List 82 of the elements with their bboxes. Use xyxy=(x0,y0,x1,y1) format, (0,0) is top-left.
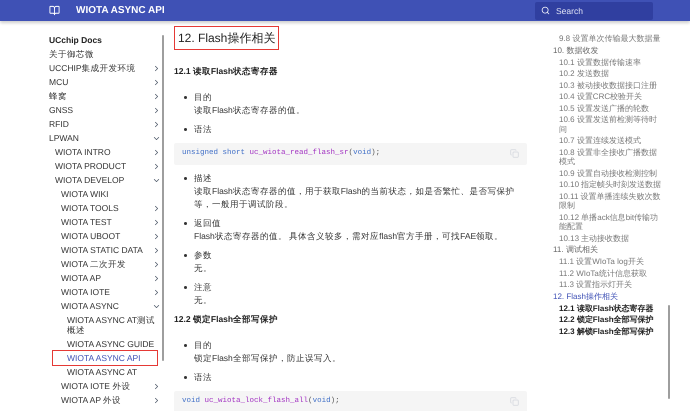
bullet-text: 锁定Flash全部写保护，防止误写入。 xyxy=(194,352,341,364)
copy-icon[interactable] xyxy=(510,149,519,158)
toc-link[interactable]: 10.5 设置发送广播的轮数 xyxy=(553,102,664,114)
bullet-icon xyxy=(184,176,187,180)
nav-link[interactable]: WIOTA TEST xyxy=(61,215,112,229)
article-title: 12. Flash操作相关 xyxy=(174,26,280,50)
bullet-text: 无。 xyxy=(194,294,212,307)
toc-link[interactable]: 10.8 设置非全接收广播数据模式 xyxy=(553,146,664,168)
bullet-term: 目的 xyxy=(194,90,213,104)
bullet-term: 语法 xyxy=(194,122,212,136)
nav-link[interactable]: WIOTA ASYNC xyxy=(61,299,119,313)
bullet-icon xyxy=(184,286,187,289)
toc-link[interactable]: 10.2 发送数据 xyxy=(553,68,664,80)
bullet-text: 读取Flash状态寄存器的值。 xyxy=(194,104,305,117)
page-title: WIOTA ASYNC API xyxy=(76,4,165,18)
toc-link[interactable]: 12.2 锁定Flash全部写保护 xyxy=(553,314,664,326)
nav-link[interactable]: WIOTA WIKI xyxy=(61,187,109,201)
nav-link[interactable]: WIOTA INTRO xyxy=(55,145,111,159)
toc-link[interactable]: 11.2 WIoTa统计信息获取 xyxy=(553,268,664,279)
toc-link[interactable]: 9.8 设置单次传输最大数据量 xyxy=(553,33,664,44)
nav-link[interactable]: WIOTA TOOLS xyxy=(61,201,119,215)
toc-link[interactable]: 11.1 设置WIoTa log开关 xyxy=(553,256,664,268)
bullet-text: 无。 xyxy=(194,262,212,275)
bullet-term: 注意 xyxy=(194,280,212,294)
toc-link[interactable]: 12. Flash操作相关 xyxy=(553,290,664,302)
search-icon xyxy=(541,6,550,15)
bullet-icon xyxy=(184,96,187,99)
toc-link[interactable]: 11. 调试相关 xyxy=(553,244,664,256)
nav-link[interactable]: 蜂窝 xyxy=(49,89,67,103)
nav-link[interactable]: WIOTA STATIC DATA xyxy=(61,243,143,257)
nav-link[interactable]: WIOTA ASYNC AT xyxy=(67,365,138,379)
bullet-term: 语法 xyxy=(194,370,212,384)
bullet-text: Flash状态寄存器的值。 具体含义较多，需对应flash官方手册，可找FAE领取。 xyxy=(194,230,504,243)
search-field[interactable]: Search xyxy=(535,2,653,20)
nav-link[interactable]: WIOTA AP 外设 xyxy=(61,393,122,407)
nav-link[interactable]: WIOTA ASYNC API xyxy=(53,351,157,365)
bullet-icon xyxy=(184,344,187,346)
bullet-term: 描述 xyxy=(194,172,213,185)
bullet-term: 返回值 xyxy=(194,216,222,230)
toc-link[interactable]: 10.4 设置CRC校验开关 xyxy=(553,91,664,102)
toc-link[interactable]: 10.13 主动接收数据 xyxy=(553,232,664,244)
toc-link[interactable]: 10.9 设置自动接收检测控制 xyxy=(553,168,664,179)
toc-link[interactable]: 12.1 读取Flash状态寄存器 xyxy=(553,302,664,314)
toc-link[interactable]: 12.3 解锁Flash全部写保护 xyxy=(553,326,664,337)
toc-link[interactable]: 10.7 设置连续发送模式 xyxy=(553,135,664,146)
toc-link[interactable]: 11.3 设置指示灯开关 xyxy=(553,279,664,290)
scrollbar-thumb[interactable] xyxy=(668,305,670,399)
nav-link[interactable]: LPWAN xyxy=(49,131,79,145)
nav-link[interactable]: UCCHIP集成开发环境 xyxy=(49,61,136,75)
nav-link[interactable]: WIOTA 二次开发 xyxy=(61,257,126,271)
nav-link[interactable]: WIOTA ASYNC GUIDE xyxy=(67,337,154,351)
bullet-icon xyxy=(184,128,187,131)
nav-link[interactable]: WIOTA IOTE 外设 xyxy=(61,379,130,393)
scrollbar-thumb[interactable] xyxy=(162,35,164,361)
bullet-text: 读取Flash状态寄存器的值，用于获取Flash的当前状态，如是否繁忙、是否写保护等，一般用于调试阶段。 xyxy=(194,184,516,211)
toc-link[interactable]: 10.6 设置发送前检测等待时间 xyxy=(553,114,664,135)
toc-link[interactable]: 10.12 单播ack信息bit传输功能配置 xyxy=(553,212,664,232)
toc-link[interactable]: 10.10 指定帧头时刻发送数据 xyxy=(553,179,664,190)
nav-link[interactable]: 关于御芯微 xyxy=(49,47,94,61)
bullet-icon xyxy=(184,376,187,378)
nav-link[interactable]: WIOTA ASYNC AT测试概述 xyxy=(67,313,161,337)
section-heading: 12.1 读取Flash状态寄存器 xyxy=(174,65,280,78)
nav-link[interactable]: WIOTA PRODUCT xyxy=(55,159,126,173)
bullet-icon xyxy=(184,254,187,257)
section-heading: 12.2 锁定Flash全部写保护 xyxy=(174,312,280,326)
toc-link[interactable]: 10.11 设置单播连续失败次数限制 xyxy=(553,190,664,212)
toc-link[interactable]: 10.3 被动接收数据接口注册 xyxy=(553,80,664,91)
nav-title: UCchip Docs xyxy=(49,34,103,47)
nav-link[interactable]: GNSS xyxy=(49,103,74,117)
bullet-term: 参数 xyxy=(194,248,212,262)
nav-link[interactable]: WIOTA DEVELOP xyxy=(55,173,124,187)
toc-link[interactable]: 10.1 设置数据传输速率 xyxy=(553,56,664,68)
nav-link[interactable]: WIOTA AP xyxy=(61,271,101,285)
nav-link[interactable]: WIOTA IOTE xyxy=(61,285,110,299)
toc-link[interactable]: 10. 数据收发 xyxy=(553,44,664,56)
bullet-term: 目的 xyxy=(194,338,213,352)
bullet-icon xyxy=(184,222,187,225)
nav-link[interactable]: WIOTA UBOOT xyxy=(61,229,120,243)
nav-link[interactable]: MCU xyxy=(49,75,68,89)
copy-icon[interactable] xyxy=(510,397,519,406)
nav-link[interactable]: RFID xyxy=(49,117,69,131)
book-icon[interactable] xyxy=(49,5,60,16)
